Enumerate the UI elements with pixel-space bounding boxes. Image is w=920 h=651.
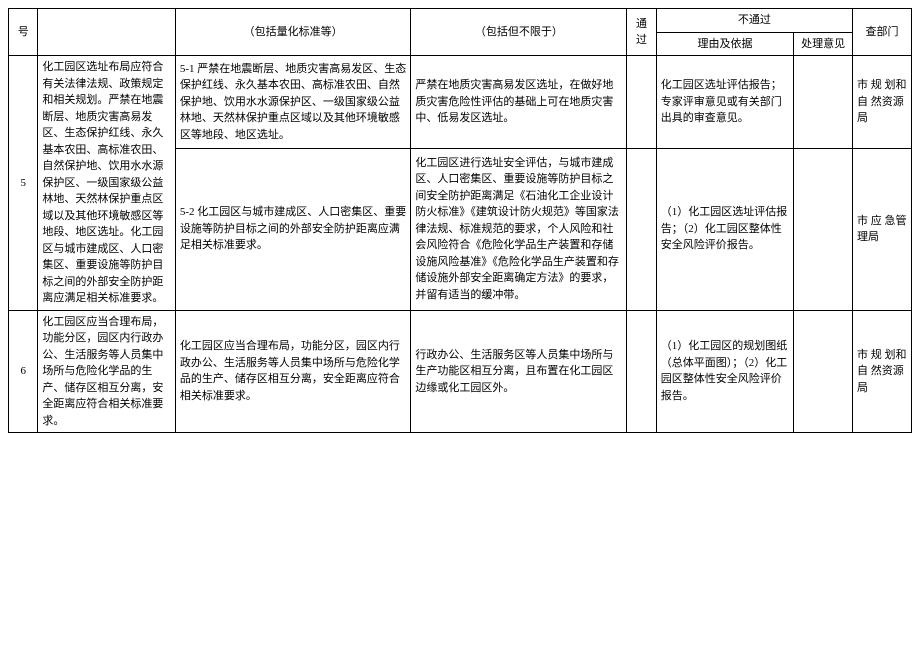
row-std: 5-2 化工园区与城市建成区、人口密集区、重要设施等防护目标之间的外部安全防护距… [175,148,411,310]
row-incl: 严禁在地质灾害高易发区选址，在做好地质灾害危险性评估的基础上可在地质灾害中、低易… [411,56,627,149]
header-row-1: 号 （包括量化标准等） （包括但不限于） 通过 不通过 查部门 [9,9,912,33]
row-pass-blank [627,56,656,149]
row-num: 6 [9,310,38,433]
row-std: 化工园区应当合理布局，功能分区，园区内行政办公、生活服务等人员集中场所与危险化学… [175,310,411,433]
row-reason: 化工园区选址评估报告；专家评审意见或有关部门出具的审查意见。 [656,56,793,149]
row-opinion-blank [794,310,853,433]
header-std: （包括量化标准等） [175,9,411,56]
header-incl: （包括但不限于） [411,9,627,56]
header-opinion: 处理意见 [794,32,853,56]
header-pass: 通过 [627,9,656,56]
header-num: 号 [9,9,38,56]
row-desc: 化工园区选址布局应符合有关法律法规、政策规定和相关规划。严禁在地震断层、地质灾害… [38,56,175,311]
header-dept: 查部门 [853,9,912,56]
row-pass-blank [627,148,656,310]
row-dept: 市 应 急管理局 [853,148,912,310]
row-desc: 化工园区应当合理布局，功能分区，园区内行政办公、生活服务等人员集中场所与危险化学… [38,310,175,433]
document-table: 号 （包括量化标准等） （包括但不限于） 通过 不通过 查部门 理由及依据 处理… [8,8,912,433]
header-reason: 理由及依据 [656,32,793,56]
row-dept: 市 规 划和 自 然资源局 [853,310,912,433]
header-desc-blank [38,9,175,56]
row-reason: （1）化工园区选址评估报告；（2）化工园区整体性安全风险评价报告。 [656,148,793,310]
header-notpass: 不通过 [656,9,852,33]
table-row: 5 化工园区选址布局应符合有关法律法规、政策规定和相关规划。严禁在地震断层、地质… [9,56,912,149]
row-reason: （1）化工园区的规划图纸（总体平面图）；（2）化工园区整体性安全风险评价报告。 [656,310,793,433]
table-row: 6 化工园区应当合理布局，功能分区，园区内行政办公、生活服务等人员集中场所与危险… [9,310,912,433]
row-incl: 行政办公、生活服务区等人员集中场所与生产功能区相互分离，且布置在化工园区边缘或化… [411,310,627,433]
row-num: 5 [9,56,38,311]
row-opinion-blank [794,148,853,310]
row-incl: 化工园区进行选址安全评估，与城市建成区、人口密集区、重要设施等防护目标之间安全防… [411,148,627,310]
row-opinion-blank [794,56,853,149]
row-dept: 市 规 划和 自 然资源局 [853,56,912,149]
row-pass-blank [627,310,656,433]
row-std: 5-1 严禁在地震断层、地质灾害高易发区、生态保护红线、永久基本农田、高标准农田… [175,56,411,149]
